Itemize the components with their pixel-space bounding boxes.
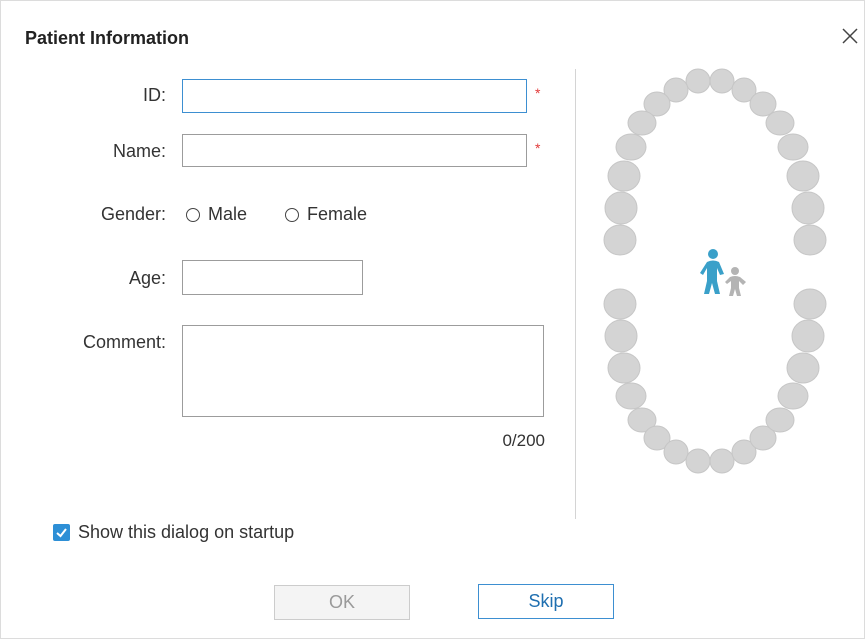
age-label: Age: xyxy=(128,268,166,288)
vertical-divider xyxy=(575,69,576,519)
tooth xyxy=(793,288,827,320)
comment-textarea[interactable] xyxy=(182,325,544,417)
tooth xyxy=(709,68,735,94)
dialog-title: Patient Information xyxy=(25,28,190,48)
name-input[interactable] xyxy=(182,134,527,167)
comment-char-counter: 0/200 xyxy=(502,431,545,450)
gender-label: Gender: xyxy=(100,204,166,224)
tooth xyxy=(685,448,711,474)
tooth xyxy=(603,224,637,256)
patient-information-dialog: Patient Information ID: * Name: * Gender… xyxy=(0,0,865,639)
tooth xyxy=(709,448,735,474)
gender-female-radio[interactable]: Female xyxy=(285,204,367,225)
tooth xyxy=(607,160,641,192)
gender-male-radio[interactable]: Male xyxy=(186,204,247,225)
dental-arch-icon xyxy=(603,68,827,474)
show-on-startup-label: Show this dialog on startup xyxy=(78,522,295,542)
tooth xyxy=(604,319,638,353)
ok-button[interactable]: OK xyxy=(274,585,410,620)
tooth xyxy=(615,382,647,410)
adult-child-icon xyxy=(700,249,746,296)
gender-male-label: Male xyxy=(208,204,248,224)
id-label: ID: xyxy=(142,85,166,105)
check-icon xyxy=(53,524,70,541)
comment-label: Comment: xyxy=(82,332,166,352)
age-input[interactable] xyxy=(182,260,363,295)
tooth xyxy=(777,133,809,161)
tooth xyxy=(765,110,795,136)
tooth xyxy=(685,68,711,94)
tooth xyxy=(627,110,657,136)
tooth xyxy=(786,352,820,384)
radio-circle-icon xyxy=(186,207,200,222)
tooth xyxy=(607,352,641,384)
tooth xyxy=(791,319,825,353)
tooth xyxy=(777,382,809,410)
id-input[interactable] xyxy=(182,79,527,113)
name-label: Name: xyxy=(112,141,166,161)
tooth xyxy=(615,133,647,161)
gender-female-label: Female xyxy=(307,204,368,224)
tooth xyxy=(663,439,689,465)
tooth xyxy=(604,191,638,225)
radio-circle-icon xyxy=(285,207,299,222)
name-required-mark: * xyxy=(535,140,541,156)
tooth xyxy=(793,224,827,256)
tooth xyxy=(765,407,795,433)
tooth xyxy=(786,160,820,192)
tooth xyxy=(749,91,777,117)
tooth xyxy=(791,191,825,225)
skip-button[interactable]: Skip xyxy=(478,584,614,619)
id-required-mark: * xyxy=(535,85,541,101)
close-icon[interactable] xyxy=(839,25,861,47)
tooth xyxy=(603,288,637,320)
show-on-startup-checkbox[interactable]: Show this dialog on startup xyxy=(53,522,294,543)
